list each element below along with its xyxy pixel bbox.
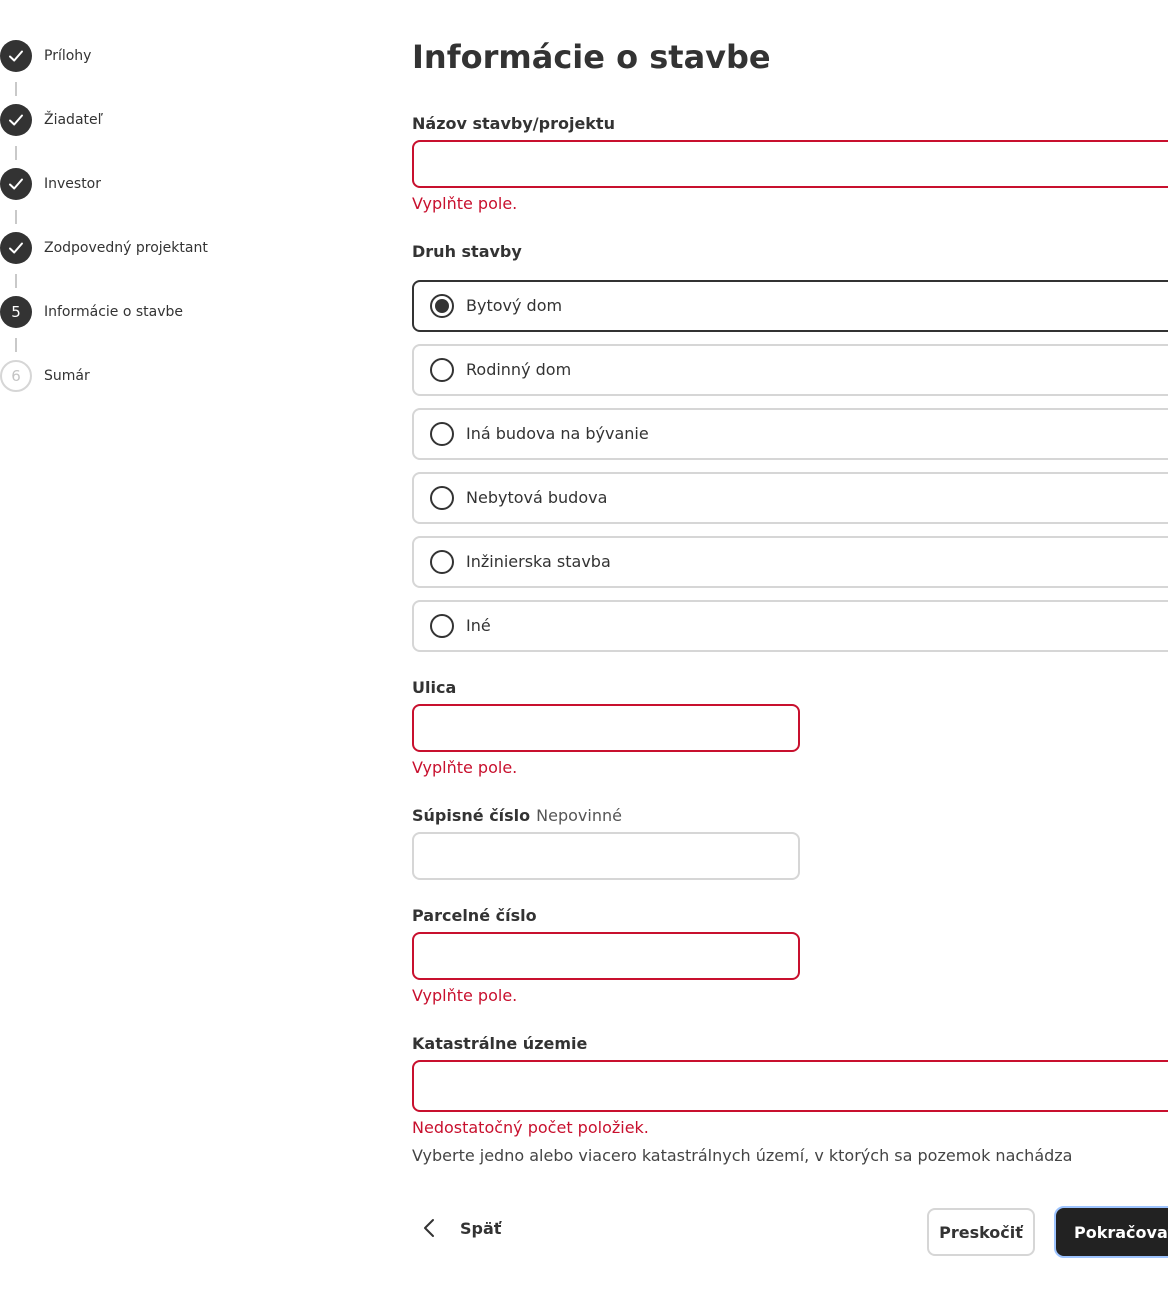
project-name-input[interactable]: [412, 140, 1168, 188]
cadastral-area-help: Vyberte jedno alebo viacero katastrálnyc…: [412, 1146, 1073, 1165]
check-icon: [9, 114, 23, 126]
step-connector: [15, 82, 17, 96]
radio-label: Bytový dom: [466, 296, 563, 315]
continue-button[interactable]: Pokračovať: [1054, 1206, 1168, 1258]
step-designer[interactable]: Zodpovedný projektant: [0, 232, 260, 296]
cadastral-area-label: Katastrálne územie: [412, 1034, 588, 1053]
chevron-left-icon: [412, 1208, 448, 1248]
cadastral-area-select[interactable]: [412, 1060, 1168, 1112]
skip-button[interactable]: Preskočiť: [927, 1208, 1035, 1256]
registry-number-input[interactable]: [412, 832, 800, 880]
step-attachments[interactable]: Prílohy: [0, 40, 260, 104]
step-label: Sumár: [44, 368, 90, 384]
radio-label: Rodinný dom: [466, 360, 572, 379]
radio-button[interactable]: [430, 422, 454, 446]
radio-button[interactable]: [430, 358, 454, 382]
project-name-label: Názov stavby/projektu: [412, 114, 615, 133]
step-label: Informácie o stavbe: [44, 304, 184, 320]
check-icon: [9, 50, 23, 62]
check-icon: [9, 178, 23, 190]
back-button[interactable]: Späť: [412, 1208, 501, 1248]
radio-label: Iná budova na bývanie: [466, 424, 649, 443]
street-input[interactable]: [412, 704, 800, 752]
step-connector: [15, 210, 17, 224]
street-label: Ulica: [412, 678, 457, 697]
step-done-indicator: [0, 232, 32, 264]
radio-button[interactable]: [430, 294, 454, 318]
radio-option-engineering[interactable]: Inžinierska stavba: [412, 536, 1168, 588]
radio-option-other-residential[interactable]: Iná budova na bývanie: [412, 408, 1168, 460]
radio-button[interactable]: [430, 614, 454, 638]
project-name-error: Vyplňte pole.: [412, 194, 518, 213]
step-number: 5: [0, 296, 32, 328]
step-connector: [15, 274, 17, 288]
building-type-label: Druh stavby: [412, 242, 522, 261]
page-title: Informácie o stavbe: [412, 38, 771, 76]
step-done-indicator: [0, 104, 32, 136]
step-done-indicator: [0, 168, 32, 200]
step-summary[interactable]: 6 Sumár: [0, 360, 260, 424]
radio-button[interactable]: [430, 486, 454, 510]
street-error: Vyplňte pole.: [412, 758, 518, 777]
step-number: 6: [0, 360, 32, 392]
registry-number-label-text: Súpisné číslo: [412, 806, 531, 825]
step-connector: [15, 338, 17, 352]
step-label: Prílohy: [44, 48, 92, 64]
parcel-number-error: Vyplňte pole.: [412, 986, 518, 1005]
step-applicant[interactable]: Žiadateľ: [0, 104, 260, 168]
form-stepper: Prílohy Žiadateľ Investor Zodpovedný pro…: [0, 40, 260, 424]
optional-tag: Nepovinné: [536, 806, 622, 825]
radio-option-other[interactable]: Iné: [412, 600, 1168, 652]
radio-option-non-residential[interactable]: Nebytová budova: [412, 472, 1168, 524]
cadastral-area-error: Nedostatočný počet položiek.: [412, 1118, 649, 1137]
step-label: Investor: [44, 176, 102, 192]
radio-option-family-house[interactable]: Rodinný dom: [412, 344, 1168, 396]
radio-label: Iné: [466, 616, 491, 635]
check-icon: [9, 242, 23, 254]
registry-number-label: Súpisné číslo Nepovinné: [412, 806, 622, 825]
parcel-number-label: Parcelné číslo: [412, 906, 537, 925]
step-label: Zodpovedný projektant: [44, 240, 208, 256]
step-done-indicator: [0, 40, 32, 72]
radio-option-apartment-building[interactable]: Bytový dom: [412, 280, 1168, 332]
step-investor[interactable]: Investor: [0, 168, 260, 232]
back-button-label: Späť: [460, 1218, 502, 1238]
step-connector: [15, 146, 17, 160]
parcel-number-input[interactable]: [412, 932, 800, 980]
step-label: Žiadateľ: [44, 112, 103, 128]
radio-label: Inžinierska stavba: [466, 552, 611, 571]
radio-label: Nebytová budova: [466, 488, 608, 507]
step-building-info[interactable]: 5 Informácie o stavbe: [0, 296, 260, 360]
radio-button[interactable]: [430, 550, 454, 574]
